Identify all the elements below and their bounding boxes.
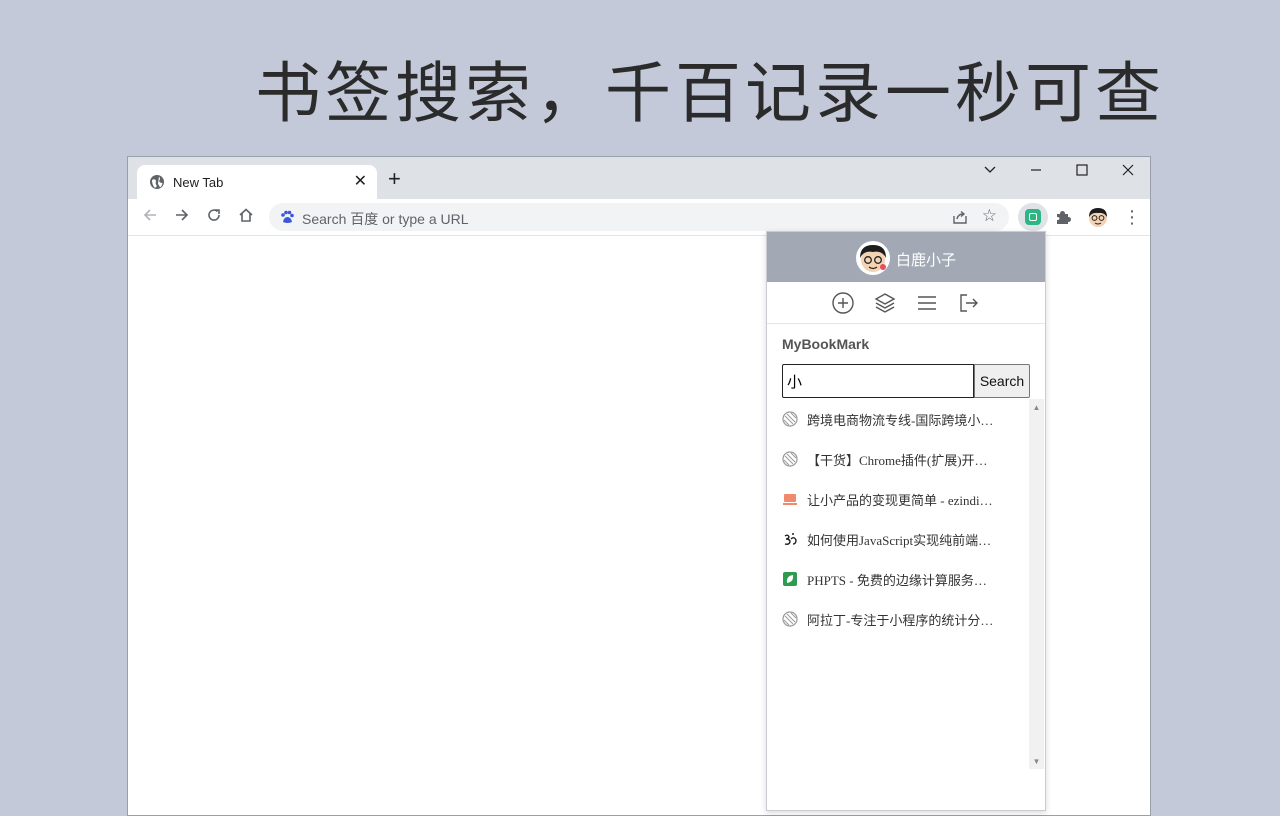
results-scrollbar[interactable]: ▲ ▼ (1029, 399, 1044, 769)
forward-icon[interactable] (170, 205, 194, 229)
list-item-label: 阿拉丁-专注于小程序的统计分… (807, 613, 994, 628)
user-name: 白鹿小子 (896, 252, 957, 269)
home-icon[interactable] (234, 205, 258, 229)
menu-icon[interactable] (915, 291, 939, 315)
list-item[interactable]: 如何使用JavaScript实现纯前端… (782, 519, 1012, 559)
results-list: 跨境电商物流专线-国际跨境小… 【干货】Chrome插件(扩展)开… 让小产品的… (767, 399, 1029, 769)
new-tab-button[interactable]: + (388, 168, 401, 190)
list-item[interactable]: PHPTS - 免费的边缘计算服务… (782, 559, 1012, 599)
scroll-down-icon[interactable]: ▼ (1029, 755, 1044, 769)
list-item[interactable]: 【干货】Chrome插件(扩展)开… (782, 439, 1012, 479)
tab-strip: New Tab ✕ + (128, 157, 1150, 199)
list-item[interactable]: 跨境电商物流专线-国际跨境小… (782, 399, 1012, 439)
bookmark-extension-button[interactable] (1018, 203, 1048, 231)
bookmark-popup: 白鹿小子 MyBookMark Search 跨境电商物流专线-国际跨境小… (766, 231, 1046, 811)
laptop-icon (783, 494, 797, 505)
list-item-label: 跨境电商物流专线-国际跨境小… (807, 413, 994, 428)
popup-header: 白鹿小子 (767, 232, 1045, 282)
bookmark-extension-icon (1025, 209, 1041, 225)
extensions-puzzle-icon[interactable] (1054, 208, 1072, 226)
tab-title: New Tab (173, 175, 224, 190)
search-button[interactable]: Search (974, 364, 1030, 398)
leaf-icon (783, 572, 797, 586)
share-icon[interactable] (951, 208, 969, 226)
tab-search-icon[interactable] (980, 163, 1000, 183)
list-item-label: 让小产品的变现更简单 - ezindi… (807, 493, 993, 508)
profile-avatar-icon[interactable] (1086, 205, 1110, 229)
add-icon[interactable] (831, 291, 855, 315)
user-avatar (856, 241, 890, 275)
chrome-menu-icon[interactable]: ⋮ (1123, 205, 1141, 229)
list-item-label: PHPTS - 免费的边缘计算服务… (807, 573, 987, 588)
logout-icon[interactable] (957, 291, 981, 315)
list-item[interactable]: 让小产品的变现更简单 - ezindi… (782, 479, 1012, 519)
headline: 书签搜索，千百记录一秒可查 (255, 55, 1165, 132)
globe-icon (782, 451, 798, 467)
back-icon[interactable] (138, 205, 162, 229)
bookmark-star-icon[interactable]: ☆ (982, 206, 997, 226)
layers-icon[interactable] (873, 291, 897, 315)
bookmark-search-input[interactable] (782, 364, 974, 398)
list-item-label: 【干货】Chrome插件(扩展)开… (807, 453, 988, 468)
popup-title: MyBookMark (782, 336, 870, 352)
tab-close-icon[interactable]: ✕ (354, 171, 367, 191)
globe-icon (782, 411, 798, 427)
omnibox-placeholder: Search 百度 or type a URL (302, 211, 469, 227)
minimize-icon[interactable] (1026, 163, 1046, 183)
tab-new-tab[interactable]: New Tab ✕ (137, 165, 377, 199)
globe-icon (150, 175, 164, 189)
baidu-paw-icon (281, 210, 294, 223)
scroll-up-icon[interactable]: ▲ (1029, 401, 1044, 415)
globe-icon (782, 611, 798, 627)
window-close-icon[interactable] (1118, 163, 1138, 183)
reload-icon[interactable] (202, 205, 226, 229)
omnibox[interactable]: Search 百度 or type a URL ☆ (269, 203, 1009, 231)
list-item[interactable]: 阿拉丁-专注于小程序的统计分… (782, 599, 1012, 639)
maximize-icon[interactable] (1072, 163, 1092, 183)
list-item-label: 如何使用JavaScript实现纯前端… (807, 533, 992, 548)
popup-actions (767, 282, 1045, 324)
om-icon (784, 533, 797, 545)
